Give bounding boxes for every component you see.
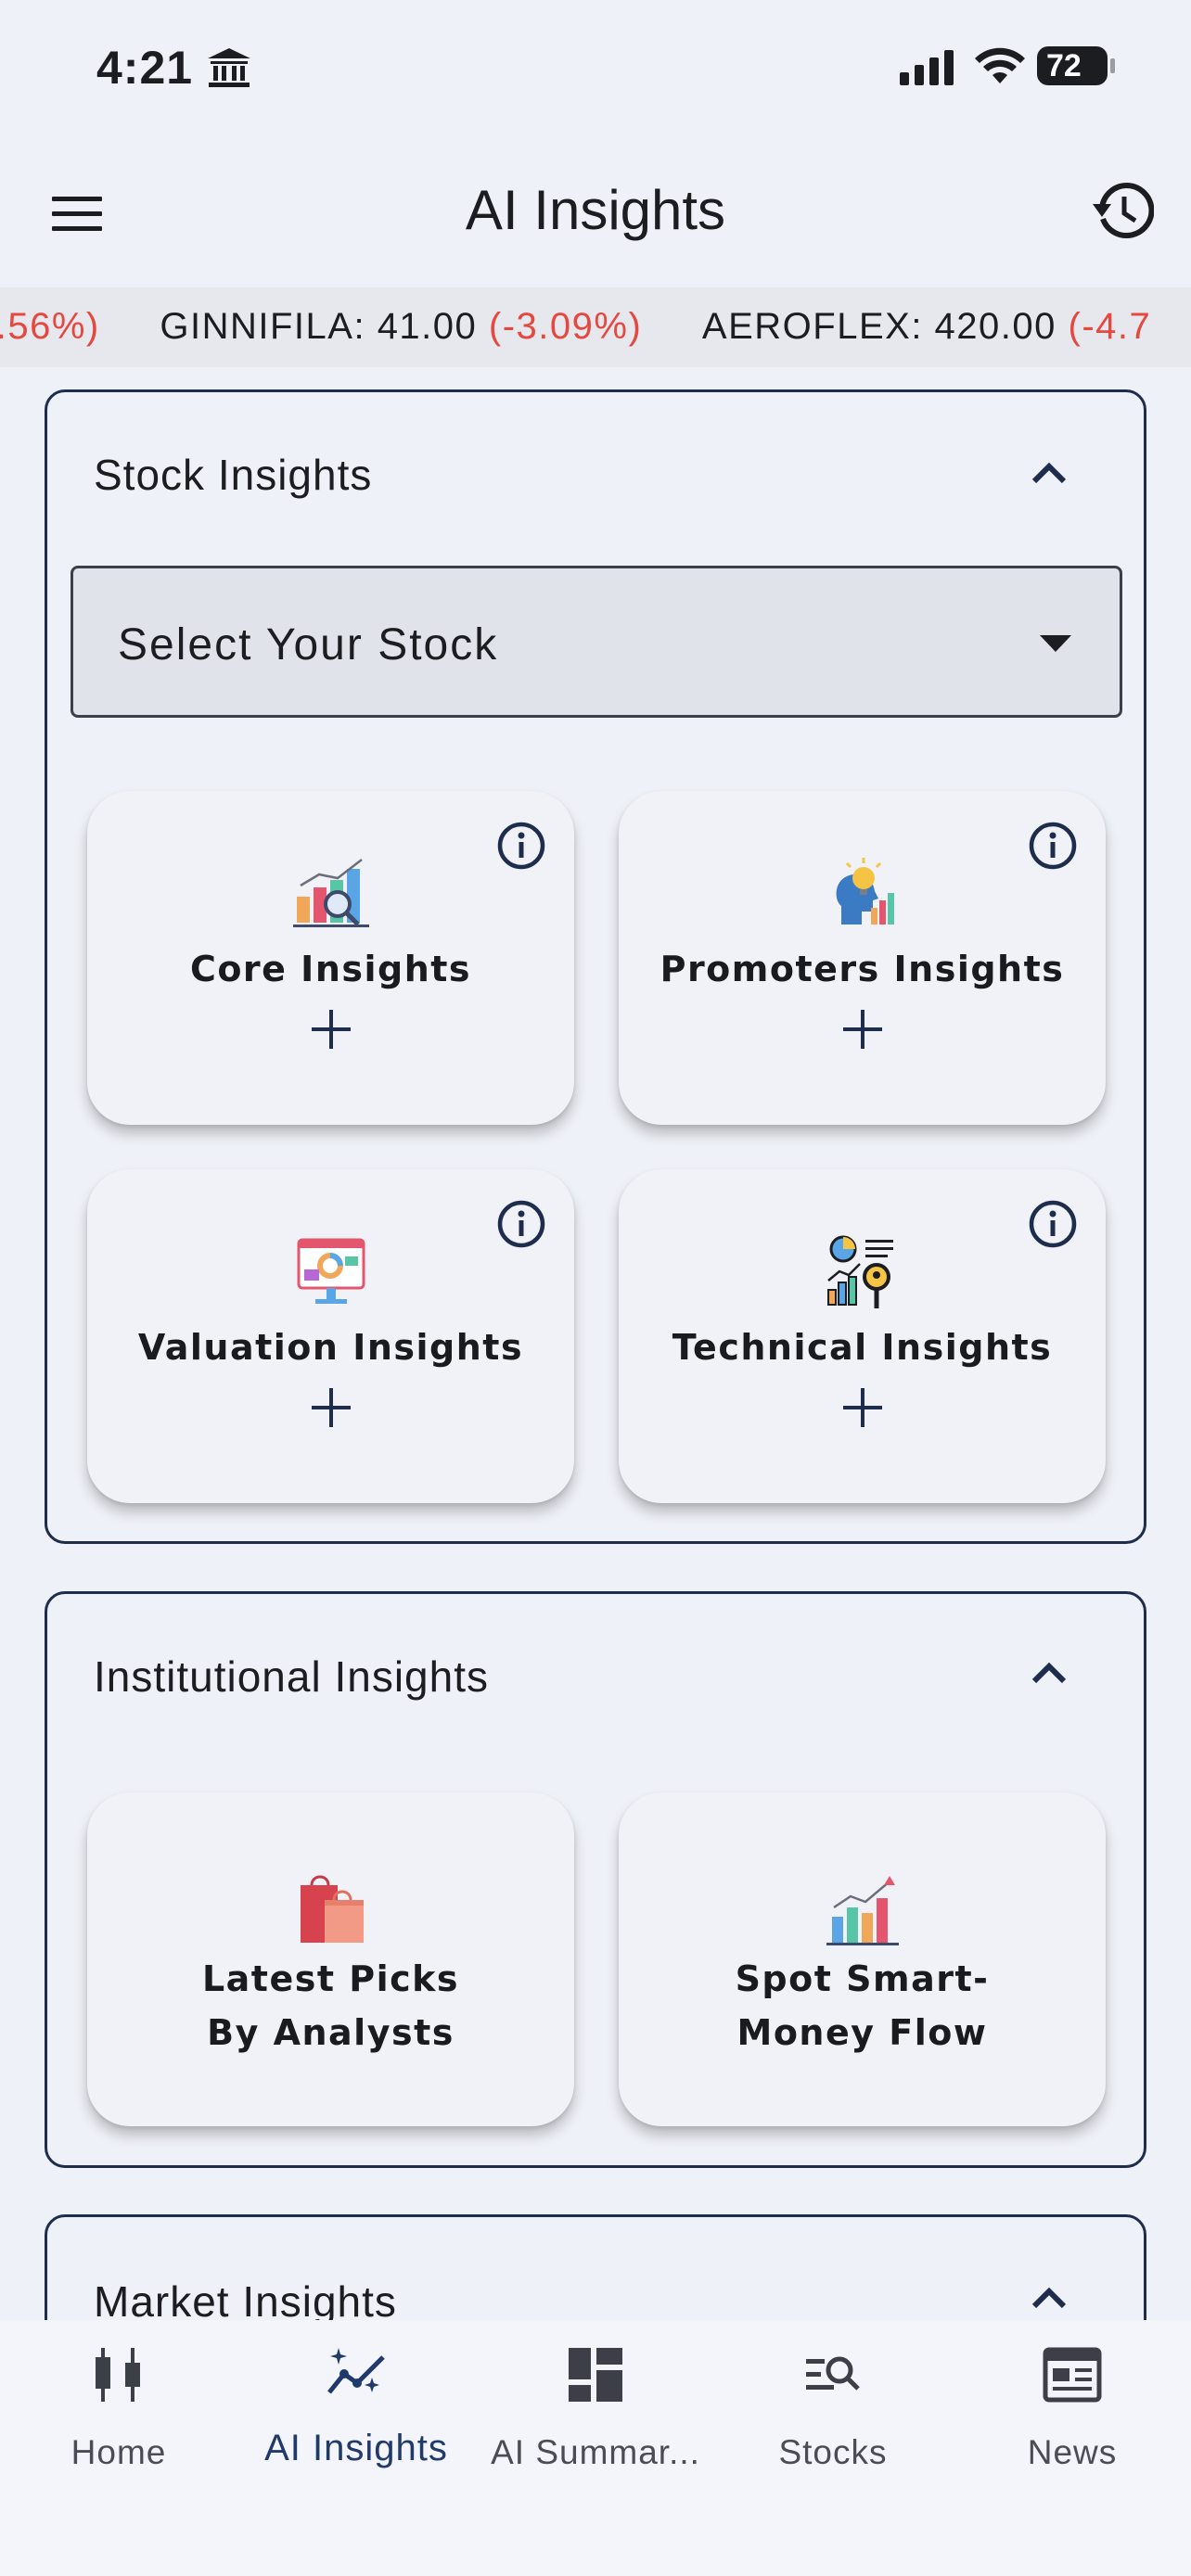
stock-insights-section: Stock Insights Select Your Stock Core In… xyxy=(45,389,1146,1544)
select-label: Select Your Stock xyxy=(118,620,499,670)
latest-picks-card[interactable]: Latest Picks By Analysts xyxy=(87,1792,574,2126)
ticker-item[interactable]: 0.56%) xyxy=(0,306,100,348)
plus-icon[interactable] xyxy=(308,1384,354,1431)
card-title: Promoters Insights xyxy=(660,949,1065,989)
section-title: Stock Insights xyxy=(94,451,373,499)
monitor-analytics-icon xyxy=(297,1238,365,1304)
card-title: Latest Picks By Analysts xyxy=(201,1958,460,2053)
history-icon[interactable] xyxy=(1093,180,1154,241)
page-title: AI Insights xyxy=(465,179,726,241)
search-list-icon xyxy=(806,2356,860,2391)
stock-ticker: 0.56%) GINNIFILA: 41.00 (-3.09%) AEROFLE… xyxy=(0,287,1191,367)
nav-label: Home xyxy=(70,2433,167,2471)
section-title: Institutional Insights xyxy=(94,1652,490,1701)
info-icon[interactable] xyxy=(496,821,546,871)
technical-analysis-icon xyxy=(826,1235,893,1308)
nav-label: AI Summar... xyxy=(491,2433,700,2471)
status-bar: 4:21 72 xyxy=(0,0,1191,139)
nav-ai-summary[interactable]: AI Summar... xyxy=(477,2320,714,2506)
nav-home[interactable]: Home xyxy=(0,2320,237,2506)
ticker-item[interactable]: AEROFLEX: 420.00 (-4.7 xyxy=(702,306,1151,348)
card-title: Technical Insights xyxy=(672,1327,1053,1368)
valuation-insights-card[interactable]: Valuation Insights xyxy=(87,1169,574,1503)
bank-icon xyxy=(208,48,250,87)
candlestick-icon xyxy=(96,2348,140,2402)
stock-select[interactable]: Select Your Stock xyxy=(70,566,1122,718)
newspaper-icon xyxy=(1043,2347,1102,2403)
promoters-insights-card[interactable]: Promoters Insights xyxy=(619,791,1106,1125)
app-header: AI Insights xyxy=(0,139,1191,287)
card-title: Spot Smart- Money Flow xyxy=(735,1958,990,2053)
status-time: 4:21 xyxy=(96,42,194,94)
nav-ai-insights[interactable]: AI Insights xyxy=(237,2320,475,2506)
battery-level: 72 xyxy=(1046,48,1082,83)
dashboard-icon xyxy=(569,2348,622,2402)
nav-stocks[interactable]: Stocks xyxy=(714,2320,952,2506)
info-icon[interactable] xyxy=(1028,1199,1078,1249)
sparkle-chart-icon xyxy=(327,2348,385,2394)
core-insights-card[interactable]: Core Insights xyxy=(87,791,574,1125)
nav-label: AI Insights xyxy=(264,2428,448,2468)
wifi-icon xyxy=(975,47,1025,83)
dropdown-arrow-icon xyxy=(1040,635,1071,652)
shopping-bags-icon xyxy=(300,1875,364,1943)
bottom-navigation: Home AI Insights AI Summar... Stocks New… xyxy=(0,2320,1191,2576)
chart-analysis-icon xyxy=(292,859,369,927)
chevron-up-icon[interactable] xyxy=(1029,459,1069,487)
nav-news[interactable]: News xyxy=(954,2320,1191,2506)
nav-label: News xyxy=(1027,2433,1118,2471)
nav-label: Stocks xyxy=(778,2433,888,2471)
ticker-item[interactable]: GINNIFILA: 41.00 (-3.09%) xyxy=(160,306,642,348)
idea-head-icon xyxy=(836,858,894,925)
growth-chart-icon xyxy=(826,1876,899,1945)
plus-icon[interactable] xyxy=(308,1006,354,1052)
card-title: Core Insights xyxy=(189,949,472,989)
info-icon[interactable] xyxy=(496,1199,546,1249)
card-title: Valuation Insights xyxy=(137,1327,524,1368)
institutional-insights-section: Institutional Insights Latest Picks By A… xyxy=(45,1591,1146,2168)
smart-money-flow-card[interactable]: Spot Smart- Money Flow xyxy=(619,1792,1106,2126)
info-icon[interactable] xyxy=(1028,821,1078,871)
technical-insights-card[interactable]: Technical Insights xyxy=(619,1169,1106,1503)
plus-icon[interactable] xyxy=(839,1006,886,1052)
cellular-signal-icon xyxy=(900,50,954,85)
section-title: Market Insights xyxy=(94,2277,397,2326)
chevron-up-icon[interactable] xyxy=(1029,1659,1069,1687)
plus-icon[interactable] xyxy=(839,1384,886,1431)
chevron-up-icon[interactable] xyxy=(1029,2284,1069,2312)
